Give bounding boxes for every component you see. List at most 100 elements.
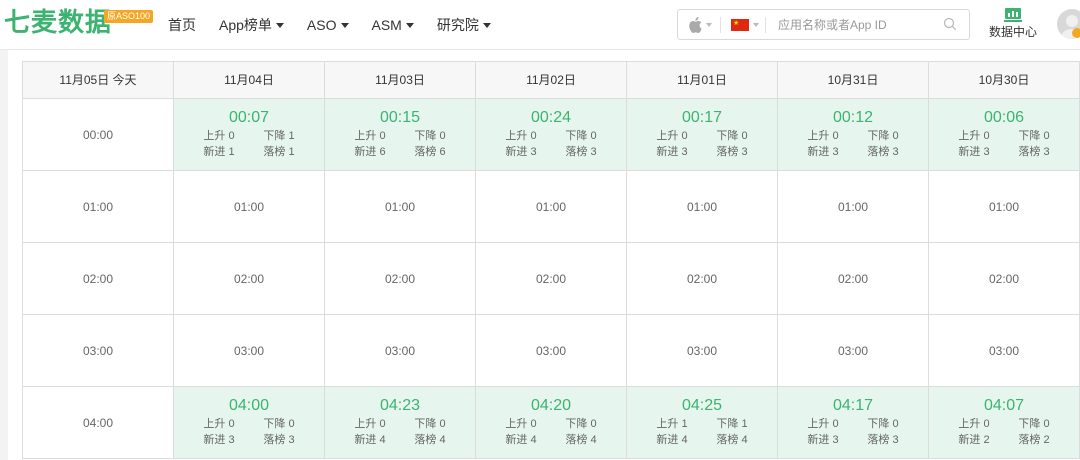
main-content: 11月05日 今天 11月04日 11月03日 11月02日 11月01日 10… xyxy=(8,50,1080,460)
table-row: 00:00 00:07 上升 0 下降 1 新进 1 落榜 1 00:15 上升 0… xyxy=(23,99,1080,171)
empty-slot: 03:00 xyxy=(174,315,325,387)
stat-new: 新进 3 xyxy=(958,146,990,158)
time-label: 02:00 xyxy=(23,243,174,315)
vip-badge-icon xyxy=(1072,28,1080,38)
empty-slot: 02:00 xyxy=(476,243,627,315)
stat-drop: 落榜 3 xyxy=(867,434,899,446)
update-time: 04:25 xyxy=(681,397,723,414)
stat-new: 新进 4 xyxy=(505,434,537,446)
empty-slot: 03:00 xyxy=(929,315,1080,387)
stat-up: 上升 0 xyxy=(656,130,688,142)
time-label: 01:00 xyxy=(23,171,174,243)
search-icon[interactable] xyxy=(943,17,957,31)
nav-item-label: App榜单 xyxy=(219,17,272,33)
empty-slot: 01:00 xyxy=(174,171,325,243)
table-row: 01:00 01:00 01:00 01:00 01:00 01:00 01:0… xyxy=(23,171,1080,243)
stat-up: 上升 0 xyxy=(354,418,386,430)
search-input[interactable] xyxy=(778,17,938,32)
stat-down: 下降 0 xyxy=(565,130,597,142)
empty-slot: 01:00 xyxy=(929,171,1080,243)
empty-slot: 03:00 xyxy=(778,315,929,387)
ranking-cell[interactable]: 00:07 上升 0 下降 1 新进 1 落榜 1 xyxy=(174,99,325,171)
stat-down: 下降 0 xyxy=(867,130,899,142)
country-select[interactable]: ★ xyxy=(721,18,765,31)
stat-up: 上升 0 xyxy=(958,418,990,430)
table-row: 04:00 04:00 上升 0 下降 0 新进 3 落榜 3 04:23 上升 0… xyxy=(23,387,1080,459)
nav-item-app-rank[interactable]: App榜单 xyxy=(219,15,284,35)
nav-item-label: ASM xyxy=(371,17,402,33)
update-time: 00:06 xyxy=(983,109,1025,126)
brand-logo[interactable]: 七麦数据 xyxy=(4,8,112,38)
stat-down: 下降 0 xyxy=(263,418,295,430)
stat-down: 下降 0 xyxy=(565,418,597,430)
stat-drop: 落榜 3 xyxy=(1018,146,1050,158)
stat-new: 新进 3 xyxy=(807,434,839,446)
main-nav: 首页 App榜单 ASO ASM 研究院 xyxy=(168,15,514,35)
ranking-cell[interactable]: 00:24 上升 0 下降 0 新进 3 落榜 3 xyxy=(476,99,627,171)
nav-item-home[interactable]: 首页 xyxy=(168,15,196,35)
ranking-cell[interactable]: 00:12 上升 0 下降 0 新进 3 落榜 3 xyxy=(778,99,929,171)
update-time: 00:15 xyxy=(379,109,421,126)
stat-drop: 落榜 4 xyxy=(565,434,597,446)
nav-item-asm[interactable]: ASM xyxy=(372,15,414,35)
stat-down: 下降 0 xyxy=(1018,418,1050,430)
empty-slot: 03:00 xyxy=(627,315,778,387)
divider xyxy=(765,16,766,33)
ranking-cell[interactable]: 00:15 上升 0 下降 0 新进 6 落榜 6 xyxy=(325,99,476,171)
stat-up: 上升 0 xyxy=(505,418,537,430)
table-row: 02:00 02:00 02:00 02:00 02:00 02:00 02:0… xyxy=(23,243,1080,315)
empty-slot: 01:00 xyxy=(325,171,476,243)
chevron-down-icon xyxy=(405,22,414,28)
nav-item-aso[interactable]: ASO xyxy=(307,15,349,35)
ranking-cell[interactable]: 04:20 上升 0 下降 0 新进 4 落榜 4 xyxy=(476,387,627,459)
stat-new: 新进 6 xyxy=(354,146,386,158)
stat-drop: 落榜 4 xyxy=(716,434,748,446)
chevron-down-icon xyxy=(706,22,712,27)
ranking-cell[interactable]: 00:06 上升 0 下降 0 新进 3 落榜 3 xyxy=(929,99,1080,171)
column-header: 11月04日 xyxy=(174,62,325,99)
stat-up: 上升 0 xyxy=(203,130,235,142)
nav-item-research[interactable]: 研究院 xyxy=(437,15,491,35)
top-header: 七麦数据 原ASO100 首页 App榜单 ASO ASM 研究院 ★ 应用名称… xyxy=(0,0,1080,50)
empty-slot: 03:00 xyxy=(325,315,476,387)
column-header: 11月03日 xyxy=(325,62,476,99)
stat-up: 上升 0 xyxy=(958,130,990,142)
stat-drop: 落榜 4 xyxy=(414,434,446,446)
update-time: 04:00 xyxy=(228,397,270,414)
ranking-cell[interactable]: 04:17 上升 0 下降 0 新进 3 落榜 3 xyxy=(778,387,929,459)
table-row: 03:00 03:00 03:00 03:00 03:00 03:00 03:0… xyxy=(23,315,1080,387)
update-time: 04:23 xyxy=(379,397,421,414)
column-header: 10月30日 xyxy=(929,62,1080,99)
stat-new: 新进 1 xyxy=(203,146,235,158)
stat-drop: 落榜 3 xyxy=(867,146,899,158)
chevron-down-icon xyxy=(340,22,349,28)
column-header: 10月31日 xyxy=(778,62,929,99)
column-header: 11月01日 xyxy=(627,62,778,99)
data-center-button[interactable]: 数据中心 xyxy=(988,8,1038,40)
update-time: 04:20 xyxy=(530,397,572,414)
ranking-cell[interactable]: 04:23 上升 0 下降 0 新进 4 落榜 4 xyxy=(325,387,476,459)
stat-up: 上升 0 xyxy=(203,418,235,430)
stat-down: 下降 1 xyxy=(263,130,295,142)
chevron-down-icon xyxy=(482,22,491,28)
update-time: 00:17 xyxy=(681,109,723,126)
nav-item-label: ASO xyxy=(306,17,337,33)
update-time: 00:24 xyxy=(530,109,572,126)
schedule-table: 11月05日 今天 11月04日 11月03日 11月02日 11月01日 10… xyxy=(22,61,1080,459)
ranking-cell[interactable]: 04:07 上升 0 下降 0 新进 2 落榜 2 xyxy=(929,387,1080,459)
empty-slot: 02:00 xyxy=(627,243,778,315)
ranking-cell[interactable]: 04:25 上升 1 下降 1 新进 4 落榜 4 xyxy=(627,387,778,459)
stat-down: 下降 0 xyxy=(414,418,446,430)
update-time: 00:12 xyxy=(832,109,874,126)
stat-new: 新进 4 xyxy=(656,434,688,446)
china-flag-icon: ★ xyxy=(731,18,749,31)
stat-down: 下降 0 xyxy=(1018,130,1050,142)
empty-slot: 01:00 xyxy=(627,171,778,243)
empty-slot: 03:00 xyxy=(476,315,627,387)
ranking-cell[interactable]: 04:00 上升 0 下降 0 新进 3 落榜 3 xyxy=(174,387,325,459)
stat-down: 下降 0 xyxy=(867,418,899,430)
ranking-cell[interactable]: 00:17 上升 0 下降 0 新进 3 落榜 3 xyxy=(627,99,778,171)
apple-icon xyxy=(689,16,702,33)
platform-select[interactable] xyxy=(678,16,720,33)
time-label: 03:00 xyxy=(23,315,174,387)
